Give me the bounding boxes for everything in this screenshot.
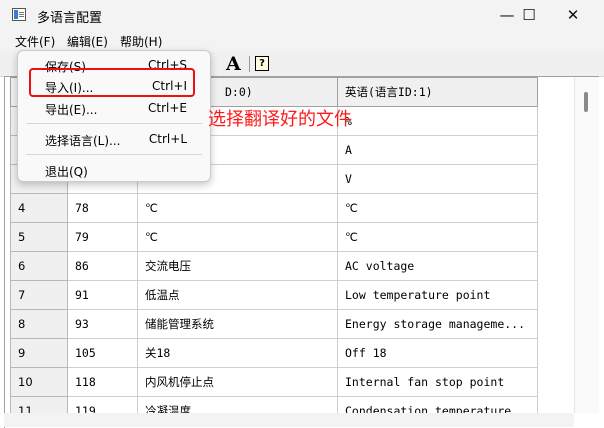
table-row[interactable]: 6 86 交流电压 AC voltage — [10, 251, 538, 281]
cell-english[interactable]: V — [337, 164, 538, 194]
maximize-button[interactable]: ☐ — [506, 0, 552, 30]
menu-help[interactable]: 帮助(H) — [120, 33, 162, 50]
table-row[interactable]: 9 105 关18 Off 18 — [10, 338, 538, 368]
menu-edit[interactable]: 编辑(E) — [67, 33, 108, 50]
menu-separator — [26, 123, 202, 124]
cell-english[interactable]: AC voltage — [337, 251, 538, 281]
cell-english[interactable]: Off 18 — [337, 338, 538, 368]
close-button[interactable]: ✕ — [550, 0, 596, 30]
cell-chinese[interactable]: 内风机停止点 — [137, 367, 338, 397]
window-title: 多语言配置 — [37, 11, 103, 26]
cell-chinese[interactable]: ℃ — [137, 193, 338, 223]
cell-id[interactable]: 79 — [67, 222, 138, 252]
cell-english[interactable]: ℃ — [337, 222, 538, 252]
cell-chinese[interactable]: 低温点 — [137, 280, 338, 310]
cell-id[interactable]: 118 — [67, 367, 138, 397]
menu-item-label: 导出(E)... — [45, 103, 98, 117]
row-number[interactable]: 7 — [10, 280, 68, 310]
row-number[interactable]: 4 — [10, 193, 68, 223]
cell-english[interactable]: ℃ — [337, 193, 538, 223]
row-number[interactable]: 10 — [10, 367, 68, 397]
menu-item-shortcut: Ctrl+E — [148, 101, 187, 115]
import-highlight-box — [29, 68, 195, 97]
cell-english[interactable]: Energy storage manageme... — [337, 309, 538, 339]
cell-id[interactable]: 91 — [67, 280, 138, 310]
cell-english[interactable]: A — [337, 135, 538, 165]
font-icon[interactable]: A — [226, 53, 241, 75]
vertical-scrollbar[interactable] — [574, 77, 599, 413]
row-number[interactable]: 5 — [10, 222, 68, 252]
cell-chinese[interactable]: ℃ — [137, 222, 338, 252]
table-row[interactable]: 4 78 ℃ ℃ — [10, 193, 538, 223]
table-row[interactable]: 8 93 储能管理系统 Energy storage manageme... — [10, 309, 538, 339]
row-number[interactable]: 8 — [10, 309, 68, 339]
annotation-text: 选择翻译好的文件 — [208, 109, 352, 130]
cell-id[interactable]: 105 — [67, 338, 138, 368]
menu-item-shortcut: Ctrl+L — [148, 132, 187, 146]
menu-separator — [26, 154, 202, 155]
cell-id[interactable]: 78 — [67, 193, 138, 223]
scrollbar-thumb[interactable] — [584, 92, 588, 112]
toolbar-separator — [249, 56, 250, 72]
menu-item-exit[interactable]: 退出(Q) — [18, 159, 210, 181]
menu-item-label: 选择语言(L)... — [45, 134, 121, 148]
table-row[interactable]: 7 91 低温点 Low temperature point — [10, 280, 538, 310]
cell-english[interactable]: % — [337, 106, 538, 136]
app-icon — [12, 8, 26, 21]
menu-item-label: 退出(Q) — [45, 165, 88, 179]
menu-item-select-language[interactable]: 选择语言(L)... Ctrl+L — [18, 128, 210, 150]
table-row[interactable]: 10 118 内风机停止点 Internal fan stop point — [10, 367, 538, 397]
cell-id[interactable]: 86 — [67, 251, 138, 281]
cell-chinese[interactable]: 储能管理系统 — [137, 309, 338, 339]
horizontal-scrollbar[interactable] — [4, 413, 574, 427]
menu-bar: 文件(F) 编辑(E) 帮助(H) — [0, 30, 604, 52]
header-english[interactable]: 英语(语言ID:1) — [337, 77, 538, 107]
title-bar: 多语言配置 — ☐ ✕ — [0, 0, 604, 30]
cell-chinese[interactable]: 关18 — [137, 338, 338, 368]
row-number[interactable]: 6 — [10, 251, 68, 281]
menu-item-export[interactable]: 导出(E)... Ctrl+E — [18, 97, 210, 119]
cell-chinese[interactable]: 交流电压 — [137, 251, 338, 281]
row-number[interactable]: 9 — [10, 338, 68, 368]
menu-file[interactable]: 文件(F) — [15, 33, 55, 50]
cell-english[interactable]: Low temperature point — [337, 280, 538, 310]
help-icon[interactable]: ? — [255, 56, 269, 71]
cell-english[interactable]: Internal fan stop point — [337, 367, 538, 397]
cell-id[interactable]: 93 — [67, 309, 138, 339]
table-row[interactable]: 5 79 ℃ ℃ — [10, 222, 538, 252]
